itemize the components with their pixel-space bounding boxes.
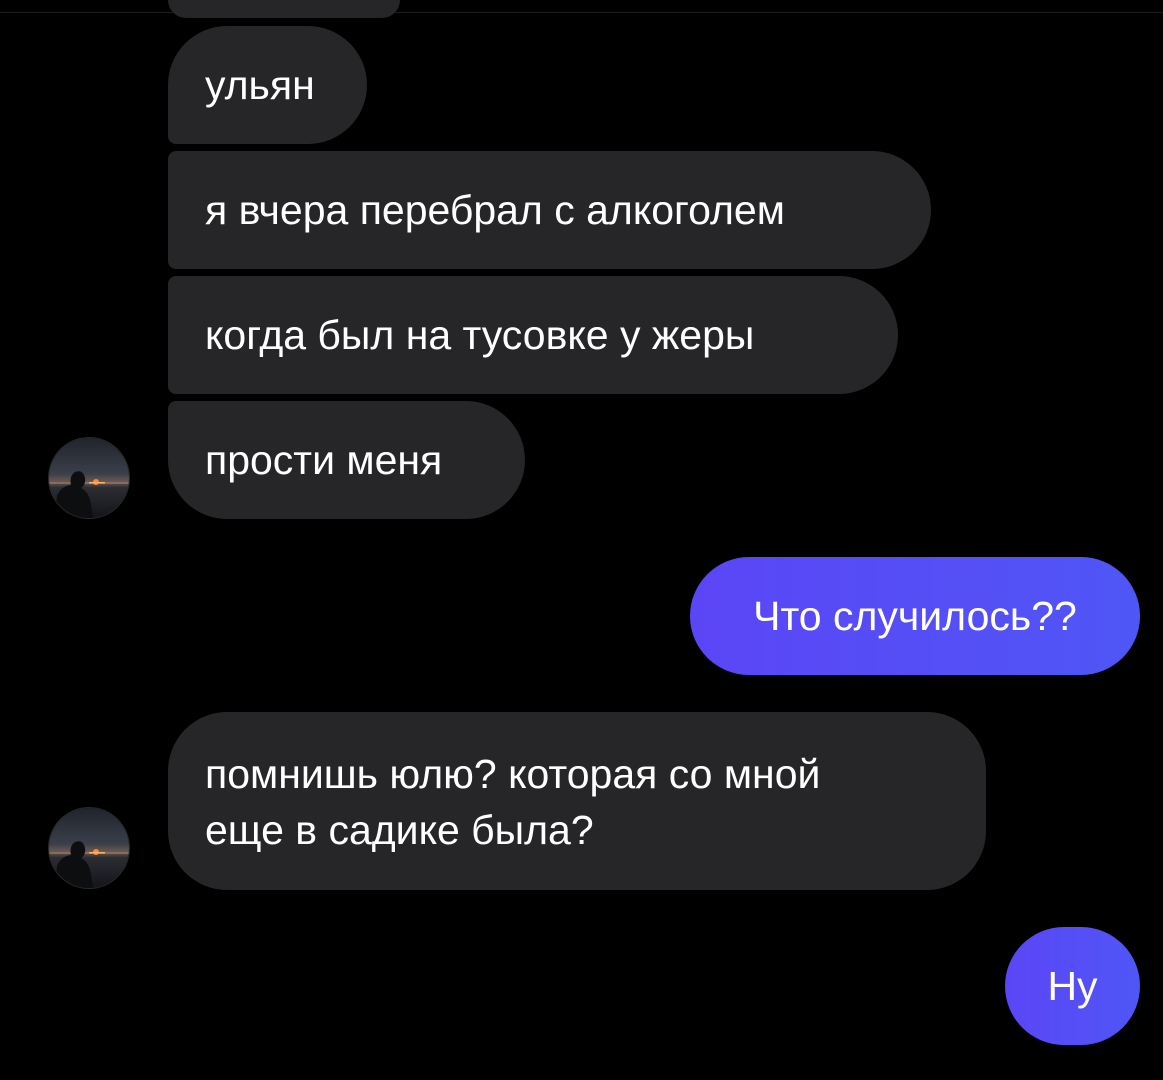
- incoming-message-bubble[interactable]: ульян: [168, 26, 367, 144]
- message-text: Что случилось??: [753, 593, 1077, 639]
- contact-avatar[interactable]: [49, 808, 129, 888]
- message-text: когда был на тусовке у жеры: [205, 312, 755, 358]
- message-line: помнишь юлю? которая со мной: [205, 751, 821, 797]
- incoming-message-bubble[interactable]: прости меня: [168, 401, 525, 519]
- message-text: помнишь юлю? которая со мной еще в садик…: [205, 744, 820, 858]
- contact-avatar[interactable]: [49, 438, 129, 518]
- incoming-message-bubble[interactable]: когда был на тусовке у жеры: [168, 276, 898, 394]
- message-line: еще в садике была?: [205, 807, 594, 853]
- message-text: ульян: [205, 62, 315, 108]
- message-text: Ну: [1047, 963, 1098, 1009]
- previous-message-bubble[interactable]: [168, 0, 400, 18]
- sunset-silhouette-avatar-icon: [49, 808, 129, 888]
- incoming-message-bubble[interactable]: помнишь юлю? которая со мной еще в садик…: [168, 712, 986, 890]
- message-text: прости меня: [205, 437, 443, 483]
- incoming-message-bubble[interactable]: я вчера перебрал с алкоголем: [168, 151, 931, 269]
- message-text: я вчера перебрал с алкоголем: [205, 187, 785, 233]
- outgoing-message-bubble[interactable]: Что случилось??: [690, 557, 1140, 675]
- sunset-silhouette-avatar-icon: [49, 438, 129, 518]
- outgoing-message-bubble[interactable]: Ну: [1005, 927, 1140, 1045]
